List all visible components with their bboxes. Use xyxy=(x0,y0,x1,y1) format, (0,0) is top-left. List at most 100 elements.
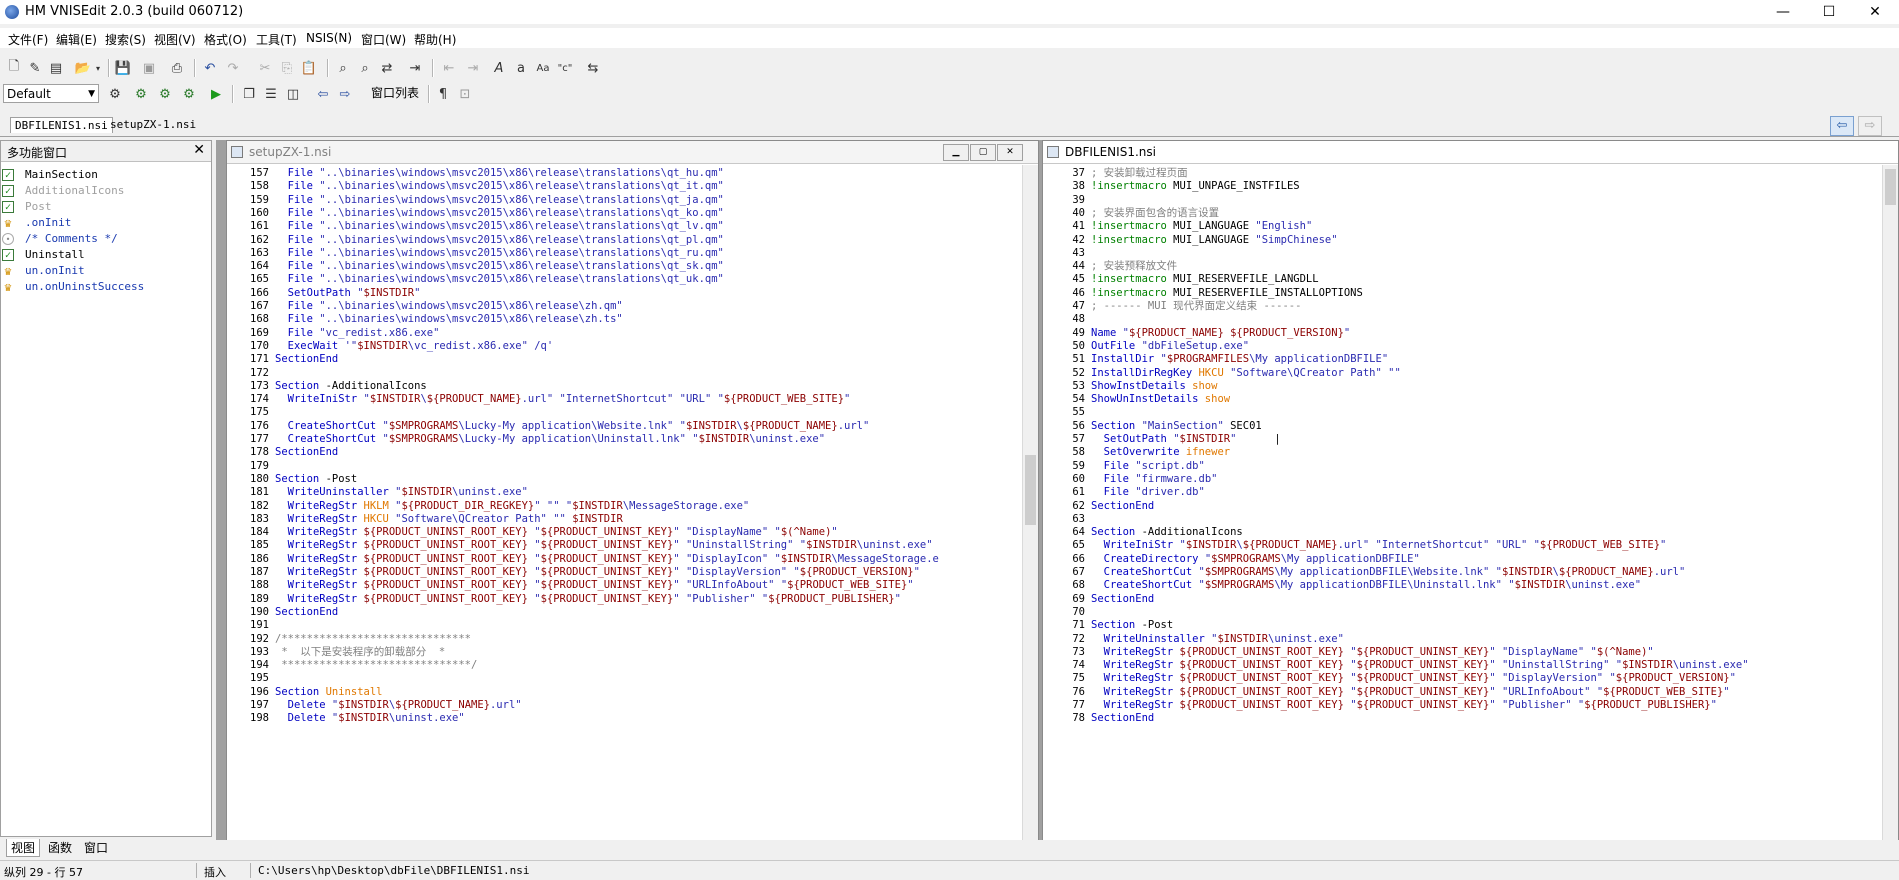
tree-item-oninit[interactable]: ♛ .onInit xyxy=(4,215,71,231)
menu-format[interactable]: 格式(O) xyxy=(204,31,247,48)
checkbox-checked-icon[interactable]: ✓ xyxy=(2,169,14,181)
checkbox-checked-icon[interactable]: ✓ xyxy=(2,185,14,197)
prev-window-icon[interactable]: ⇦ xyxy=(314,85,332,103)
tab-functions[interactable]: 函数 xyxy=(44,839,76,856)
checkbox-checked-icon[interactable]: ✓ xyxy=(2,249,14,261)
menu-file[interactable]: 文件(F) xyxy=(8,31,48,48)
document-tabs: DBFILENIS1.nsi setupZX-1.nsi ⇦ ⇨ xyxy=(0,114,1899,137)
checkbox-checked-icon[interactable]: ✓ xyxy=(2,201,14,213)
find-next-icon[interactable]: ⌕ xyxy=(356,59,374,77)
compile-all-icon[interactable]: ⚙ xyxy=(180,85,198,103)
close-icon[interactable]: ✕ xyxy=(193,142,205,158)
indent-icon[interactable]: ⇤ xyxy=(440,59,458,77)
horizontal-scrollbar[interactable] xyxy=(216,840,1899,856)
editor-close-button[interactable]: ✕ xyxy=(997,144,1023,161)
window-list-button[interactable]: 窗口列表 xyxy=(367,84,423,103)
menu-help[interactable]: 帮助(H) xyxy=(414,31,456,48)
editor-minimize-button[interactable]: ▁ xyxy=(943,144,969,161)
tab-windows[interactable]: 窗口 xyxy=(80,839,112,856)
menu-nsis[interactable]: NSIS(N) xyxy=(306,31,352,45)
find-icon[interactable]: ⌕ xyxy=(334,59,352,77)
close-button[interactable]: ✕ xyxy=(1852,0,1898,24)
editor-title: DBFILENIS1.nsi xyxy=(1065,145,1156,159)
tab-dbfilenis1[interactable]: DBFILENIS1.nsi xyxy=(10,117,113,133)
tree-item-label: Post xyxy=(25,200,52,213)
tree-item-mainsection[interactable]: ✓ MainSection xyxy=(2,167,98,183)
function-icon: ♛ xyxy=(4,216,12,230)
minimize-button[interactable]: — xyxy=(1760,0,1806,24)
goto-line-icon[interactable]: ⇥ xyxy=(406,59,424,77)
open-folder-icon[interactable]: 📂 xyxy=(74,59,92,77)
open-dropdown-icon[interactable]: ▾ xyxy=(93,59,103,77)
cut-icon[interactable]: ✂ xyxy=(256,59,274,77)
vertical-scrollbar[interactable] xyxy=(1022,165,1038,855)
status-separator xyxy=(196,863,197,878)
scrollbar-thumb[interactable] xyxy=(1885,169,1896,205)
tab-setupzx-1[interactable]: setupZX-1.nsi xyxy=(106,117,200,132)
run-icon[interactable]: ▶ xyxy=(207,85,225,103)
file-path: C:\Users\hp\Desktop\dbFile\DBFILENIS1.ns… xyxy=(258,864,530,877)
code-line[interactable]: 78 SectionEnd xyxy=(1043,710,1154,726)
compile-run-icon[interactable]: ⚙ xyxy=(156,85,174,103)
paste-icon[interactable]: 📋 xyxy=(300,59,318,77)
menu-window[interactable]: 窗口(W) xyxy=(361,31,406,48)
wrap-icon[interactable]: ⇆ xyxy=(584,59,602,77)
save-all-icon[interactable]: ▣ xyxy=(140,59,158,77)
tree-item-un-oninit[interactable]: ♛ un.onInit xyxy=(4,263,84,279)
code-editor[interactable]: 157 File "..\binaries\windows\msvc2015\x… xyxy=(227,165,1022,855)
editor-maximize-button[interactable]: ▢ xyxy=(970,144,996,161)
code-editor[interactable]: 37; 安装卸载过程页面 38 !insertmacro MUI_UNPAGE_IN… xyxy=(1043,165,1882,855)
tree-item-label: Uninstall xyxy=(25,248,85,261)
menu-edit[interactable]: 编辑(E) xyxy=(56,31,97,48)
comment-icon: • xyxy=(2,233,14,245)
next-window-icon[interactable]: ⇨ xyxy=(336,85,354,103)
block-icon[interactable]: ⊡ xyxy=(456,85,474,103)
function-icon: ♛ xyxy=(4,280,12,294)
config-combo[interactable]: Default ▼ xyxy=(3,84,99,103)
tree-item-post[interactable]: ✓ Post xyxy=(2,199,52,215)
line-number: 198 xyxy=(250,712,269,725)
tile-vertical-icon[interactable]: ◫ xyxy=(284,85,302,103)
tree-item-uninstall[interactable]: ✓ Uninstall xyxy=(2,247,85,263)
toolbar-separator xyxy=(194,59,196,77)
vertical-scrollbar[interactable] xyxy=(1882,165,1898,855)
tab-view[interactable]: 视图 xyxy=(6,839,41,857)
save-icon[interactable]: 💾 xyxy=(114,59,132,77)
tree-item-comments[interactable]: • /* Comments */ xyxy=(2,231,118,247)
replace-icon[interactable]: ⇄ xyxy=(378,59,396,77)
function-icon: ♛ xyxy=(4,264,12,278)
tree-item-un-onuninstsuccess[interactable]: ♛ un.onUninstSuccess xyxy=(4,279,144,295)
editor-window-dbfilenis1[interactable]: DBFILENIS1.nsi 37; 安装卸载过程页面 38 !insertmacr… xyxy=(1042,140,1899,856)
maximize-button[interactable]: ☐ xyxy=(1806,0,1852,24)
undo-icon[interactable]: ↶ xyxy=(201,59,219,77)
redo-icon[interactable]: ↷ xyxy=(224,59,242,77)
font-icon[interactable]: A xyxy=(490,59,508,77)
menu-view[interactable]: 视图(V) xyxy=(154,31,196,48)
pilcrow-icon[interactable]: ¶ xyxy=(434,85,452,103)
lowercase-icon[interactable]: a xyxy=(512,59,530,77)
template-icon[interactable]: ▤ xyxy=(47,59,65,77)
uppercase-icon[interactable]: Aa xyxy=(534,59,552,77)
copy-icon[interactable]: ⎘ xyxy=(278,59,296,77)
nav-forward-icon[interactable]: ⇨ xyxy=(1858,116,1882,136)
tree-item-additionalicons[interactable]: ✓ AdditionalIcons xyxy=(2,183,124,199)
print-icon[interactable]: ⎙ xyxy=(168,59,186,77)
nav-back-icon[interactable]: ⇦ xyxy=(1830,116,1854,136)
quote-icon[interactable]: "c" xyxy=(556,59,574,77)
compile-icon[interactable]: ⚙ xyxy=(132,85,150,103)
status-separator xyxy=(250,863,251,878)
new-file-icon[interactable]: 🗋 xyxy=(5,59,23,77)
code-line[interactable]: 198 Delete "$INSTDIR\uninst.exe" xyxy=(227,710,465,726)
code-line[interactable]: 174 WriteIniStr "$INSTDIR\${PRODUCT_NAME… xyxy=(227,391,850,407)
tile-horizontal-icon[interactable]: ☰ xyxy=(262,85,280,103)
scrollbar-thumb[interactable] xyxy=(1025,455,1036,525)
menu-tools[interactable]: 工具(T) xyxy=(256,31,297,48)
cascade-icon[interactable]: ❐ xyxy=(240,85,258,103)
editor-titlebar: setupZX-1.nsi ▁ ▢ ✕ xyxy=(227,141,1038,164)
settings-icon[interactable]: ⚙ xyxy=(106,85,124,103)
cursor-position: 纵列 29 - 行 57 xyxy=(4,866,83,879)
outdent-icon[interactable]: ⇥ xyxy=(464,59,482,77)
menu-search[interactable]: 搜索(S) xyxy=(105,31,146,48)
editor-window-setupzx[interactable]: setupZX-1.nsi ▁ ▢ ✕ 157 File "..\binarie… xyxy=(226,140,1039,856)
wizard-icon[interactable]: ✎ xyxy=(26,59,44,77)
